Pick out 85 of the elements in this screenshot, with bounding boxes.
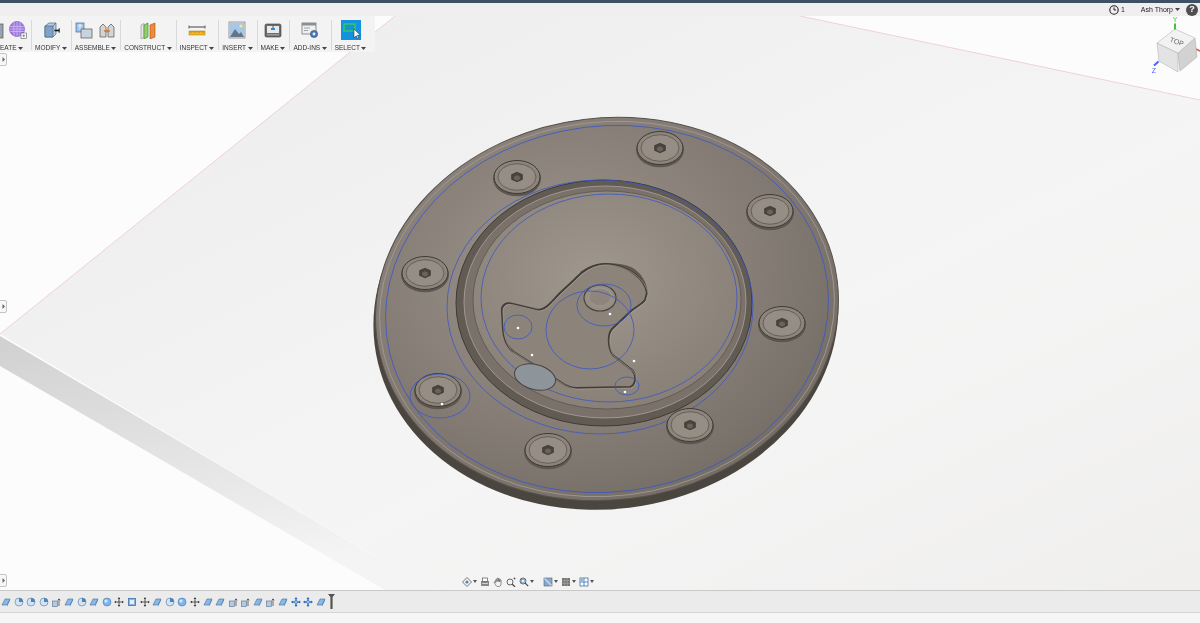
box-arrow-icon[interactable] [265, 596, 276, 607]
expand-tab-icon[interactable] [0, 574, 7, 587]
caret-icon [247, 46, 253, 50]
grid-icon [561, 576, 571, 587]
bolt-head [493, 160, 541, 197]
help-button[interactable]: ? [1186, 3, 1198, 16]
component-boxes-icon[interactable] [75, 21, 94, 39]
cross-arrows-icon[interactable] [303, 596, 314, 607]
axis-line [1195, 48, 1200, 52]
caret-icon [1175, 8, 1180, 11]
sketch-point [608, 312, 612, 316]
zoom-button[interactable] [506, 576, 516, 587]
printer-icon[interactable] [264, 21, 282, 39]
slab-icon[interactable] [252, 596, 263, 607]
select-cursor-icon[interactable] [340, 20, 361, 40]
joint-parts-icon[interactable] [98, 21, 117, 39]
quarter-disc-icon[interactable] [164, 596, 175, 607]
box-icon[interactable] [41, 21, 60, 39]
bolt-head [666, 408, 714, 445]
bolt-head [524, 433, 572, 470]
look-at-icon [480, 576, 490, 587]
hand-icon [493, 576, 503, 587]
move-icon[interactable] [139, 596, 150, 607]
quarter-disc-icon[interactable] [76, 596, 87, 607]
planes-icon[interactable] [139, 21, 157, 39]
display-settings-button[interactable] [543, 576, 558, 587]
image-icon[interactable] [228, 21, 247, 39]
sketch-point [530, 353, 534, 357]
slab-icon[interactable] [278, 596, 289, 607]
pivot-boss [583, 284, 617, 312]
bolt-head [414, 373, 462, 410]
zoom-fit-button[interactable] [519, 576, 534, 587]
shaded-box-icon [543, 576, 553, 587]
zoom-icon [506, 576, 516, 587]
quarter-disc-icon[interactable] [26, 596, 37, 607]
viewports-button[interactable] [579, 576, 594, 587]
zoom-fit-icon [519, 576, 529, 587]
mesh-icon[interactable] [9, 21, 27, 39]
move-icon[interactable] [114, 596, 125, 607]
bolt-head [401, 256, 449, 293]
slab-icon[interactable] [315, 596, 326, 607]
slab-icon[interactable] [89, 596, 100, 607]
slab-icon[interactable] [63, 596, 74, 607]
move-icon[interactable] [189, 596, 200, 607]
caret-icon [209, 46, 215, 50]
orbit-button[interactable] [462, 576, 477, 587]
box-arrow-icon[interactable] [227, 596, 238, 607]
caret-icon [554, 580, 558, 583]
box-arrow-icon[interactable] [51, 596, 62, 607]
bolt-head [758, 306, 806, 343]
quarter-disc-icon[interactable] [38, 596, 49, 607]
expand-tab-icon[interactable] [0, 53, 7, 66]
box-arrow-icon[interactable] [240, 596, 251, 607]
slab-icon[interactable] [215, 596, 226, 607]
clock-icon [1108, 4, 1119, 15]
expand-tab-icon[interactable] [0, 300, 7, 313]
caret-icon [280, 46, 286, 50]
caret-icon [572, 580, 576, 583]
caret-icon [111, 46, 117, 50]
sketch-point [516, 326, 520, 330]
caret-icon [361, 46, 367, 50]
bolt-head [746, 194, 794, 231]
sketch-point [440, 402, 444, 406]
caret-icon [530, 580, 534, 583]
pan-button[interactable] [493, 576, 503, 587]
viewports-icon [579, 576, 589, 587]
slab-icon[interactable] [1, 596, 11, 607]
grid-settings-button[interactable] [561, 576, 576, 587]
sketch-point [623, 390, 627, 394]
bolt-head [636, 131, 684, 168]
caret-icon [166, 46, 172, 50]
quarter-disc-icon[interactable] [13, 596, 24, 607]
caret-icon [321, 46, 327, 50]
caret-icon [18, 46, 23, 50]
look-at-button[interactable] [480, 576, 490, 587]
cross-arrows-icon[interactable] [290, 596, 301, 607]
box-icon[interactable] [0, 21, 4, 39]
caret-icon [473, 580, 477, 583]
orbit-icon [462, 576, 472, 587]
timeline-marker[interactable] [328, 594, 336, 609]
sketch-point [632, 359, 636, 363]
oval-recess [513, 363, 557, 391]
caret-icon [61, 46, 67, 50]
window-gear-icon[interactable] [301, 21, 320, 39]
caret-icon [590, 580, 594, 583]
